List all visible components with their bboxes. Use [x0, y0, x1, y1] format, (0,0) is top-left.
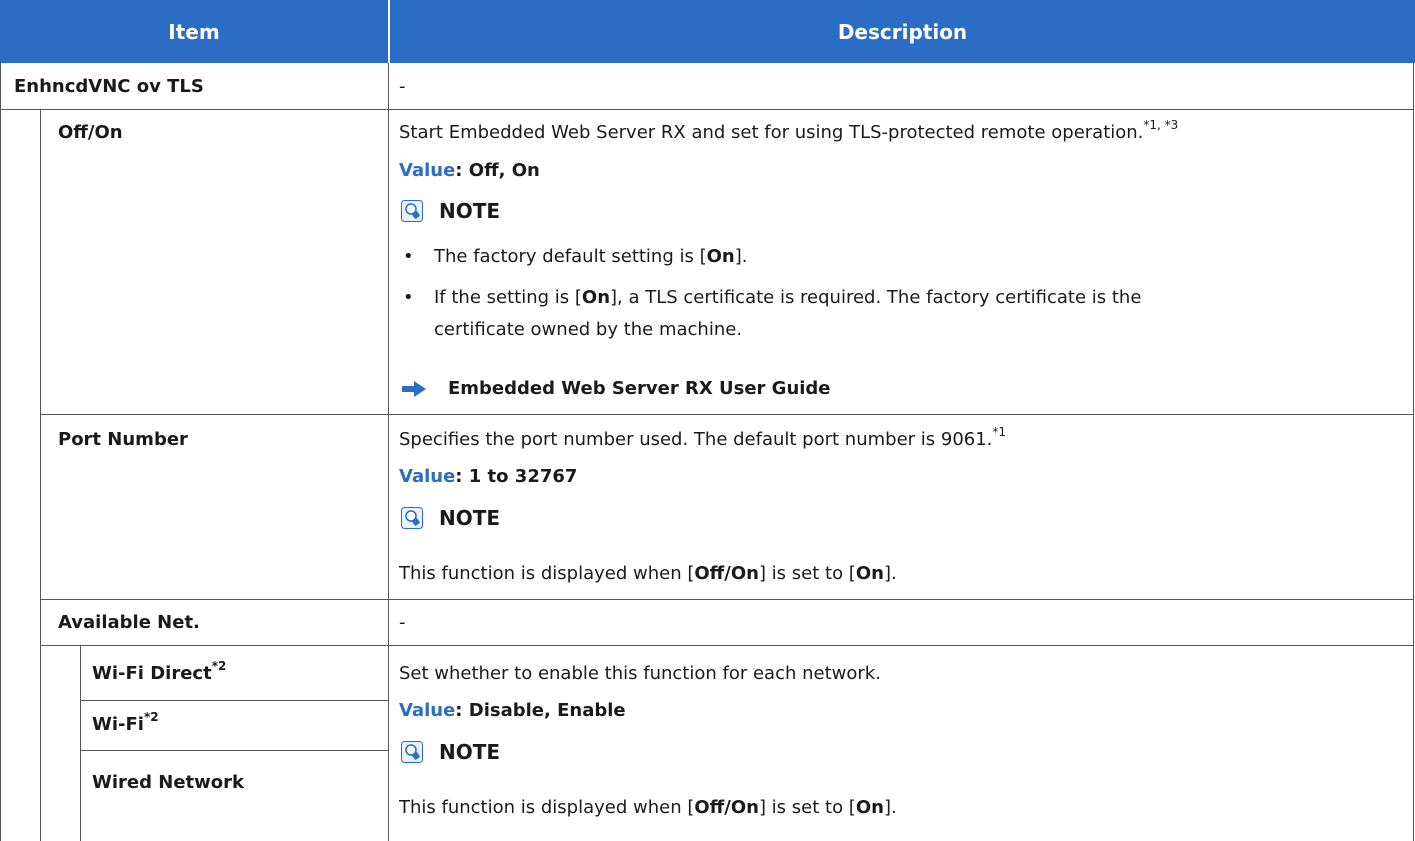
item-port-value: Value: 1 to 32767 [399, 466, 578, 487]
row-divider [40, 599, 1414, 600]
item-available-net-desc: - [399, 612, 406, 633]
row-divider [80, 750, 388, 751]
item-wifi-direct-label: Wi-Fi Direct*2 [92, 659, 227, 684]
note-text: This function is displayed when [Off/On]… [399, 797, 897, 818]
row-divider [80, 700, 388, 701]
item-offon-label: Off/On [58, 122, 123, 143]
item-network-value: Value: Disable, Enable [399, 700, 626, 721]
item-enhncdvnc-label: EnhncdVNC ov TLS [14, 76, 204, 97]
item-available-net-label: Available Net. [58, 612, 200, 633]
item-offon-desc: Start Embedded Web Server RX and set for… [399, 118, 1179, 143]
row-divider [0, 109, 1414, 110]
settings-table: Item Description EnhncdVNC ov TLS - Off/… [0, 0, 1415, 841]
footnote-ref: *1, *3 [1143, 118, 1179, 132]
item-offon-value: Value: Off, On [399, 160, 540, 181]
table-border-right [1413, 63, 1414, 841]
row-divider [40, 645, 1414, 646]
item-port-label: Port Number [58, 429, 188, 450]
item-port-desc: Specifies the port number used. The defa… [399, 425, 1007, 450]
column-header-item: Item [0, 0, 388, 63]
footnote-ref: *2 [143, 710, 159, 724]
item-wifi-label: Wi-Fi*2 [92, 710, 159, 735]
reference-link[interactable]: Embedded Web Server RX User Guide [402, 378, 831, 399]
lightbulb-note-icon [401, 200, 423, 222]
indent-line-2 [80, 645, 81, 841]
footnote-ref: *2 [211, 659, 227, 673]
note-heading: NOTE [401, 740, 500, 764]
note-text: This function is displayed when [Off/On]… [399, 563, 897, 584]
table-border-left [0, 63, 1, 841]
item-network-desc: Set whether to enable this function for … [399, 663, 881, 684]
column-header-description: Description [390, 0, 1415, 63]
item-enhncdvnc-desc: - [399, 76, 406, 97]
item-wired-network-label: Wired Network [92, 772, 244, 793]
right-arrow-icon [402, 380, 426, 397]
lightbulb-note-icon [401, 507, 423, 529]
lightbulb-note-icon [401, 741, 423, 763]
indent-line-1 [40, 109, 41, 841]
note-heading: NOTE [401, 199, 500, 223]
row-divider [40, 414, 1414, 415]
column-divider [388, 63, 389, 841]
footnote-ref: *1 [992, 425, 1007, 439]
note-heading: NOTE [401, 506, 500, 530]
